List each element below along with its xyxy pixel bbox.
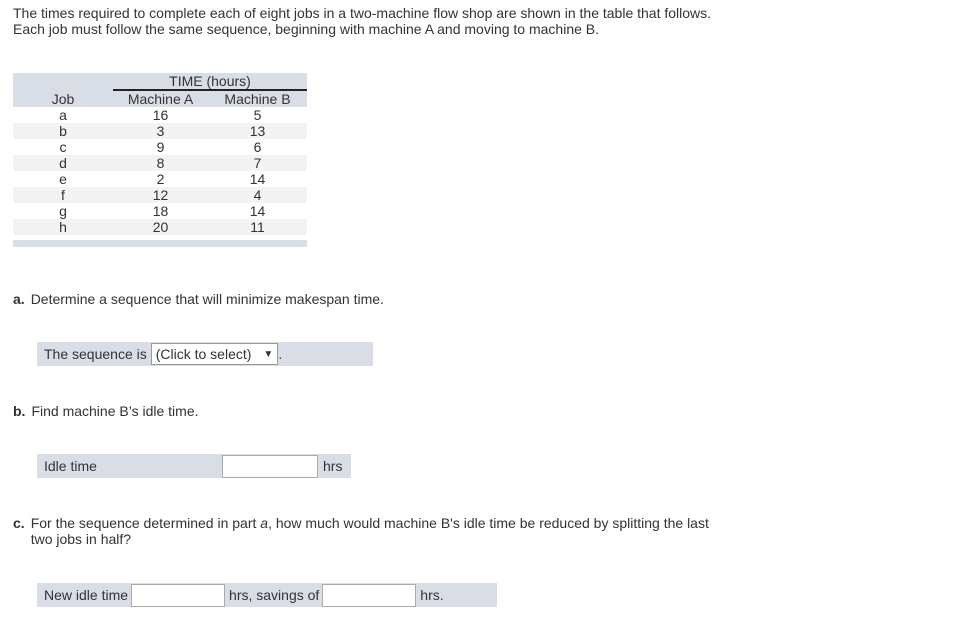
part-b-text: Find machine B’s idle time. [31, 403, 199, 419]
header-machine-a: Machine A [127, 91, 194, 107]
table-footer-bar [13, 240, 307, 247]
part-c-letter: c. [13, 515, 25, 531]
part-c-text: For the sequence determined in part a, h… [30, 515, 709, 547]
savings-unit: hrs. [420, 587, 444, 603]
table-header-row: Job Machine A Machine B [13, 91, 307, 107]
table-row: a 16 5 [59, 107, 262, 123]
idle-time-answer-box: Idle time hrs [37, 454, 351, 478]
new-idle-time-input[interactable] [131, 583, 226, 607]
idle-time-unit: hrs [323, 458, 343, 474]
part-c-question: c. For the sequence determined in part a… [13, 515, 733, 547]
header-machine-b: Machine B [224, 91, 291, 107]
savings-label: hrs, savings of [229, 587, 320, 603]
table-row: c96 [59, 139, 262, 155]
table-group-header-row: TIME (hours) [13, 73, 307, 91]
sequence-label: The sequence is [44, 346, 147, 362]
sequence-period: . [278, 346, 283, 362]
sequence-dropdown[interactable]: (Click to select) ▼ [150, 343, 279, 365]
table-row: f 12 4 [13, 187, 307, 203]
new-idle-time-answer-box: New idle time hrs, savings of hrs. [37, 583, 497, 607]
table-row: d87 [13, 155, 307, 171]
header-job: Job [51, 91, 75, 107]
intro-text: The times required to complete each of e… [13, 5, 712, 37]
savings-input[interactable] [322, 583, 417, 607]
time-hours-header: TIME (hours) [113, 73, 307, 91]
part-a-question: a. Determine a sequence that will minimiz… [13, 291, 384, 307]
sequence-dropdown-value: (Click to select) [155, 346, 252, 362]
part-a-text: Determine a sequence that will minimize … [30, 291, 384, 307]
dropdown-arrow-icon: ▼ [263, 348, 274, 360]
new-idle-time-label: New idle time [44, 587, 129, 603]
table-row: b 3 13 [13, 123, 307, 139]
table-row: e 2 14 [59, 171, 266, 187]
part-a-letter: a. [13, 291, 25, 307]
job-times-table: TIME (hours) Job Machine A Machine B a 16… [13, 73, 307, 235]
idle-time-input[interactable] [222, 454, 318, 478]
table-row: g 18 14 [59, 203, 266, 219]
idle-time-label: Idle time [44, 458, 97, 474]
sequence-answer-box: The sequence is (Click to select) ▼ . [37, 342, 373, 366]
part-b-question: b. Find machine B’s idle time. [13, 403, 199, 419]
part-b-letter: b. [13, 403, 26, 419]
table-row: h 20 11 [13, 219, 307, 235]
